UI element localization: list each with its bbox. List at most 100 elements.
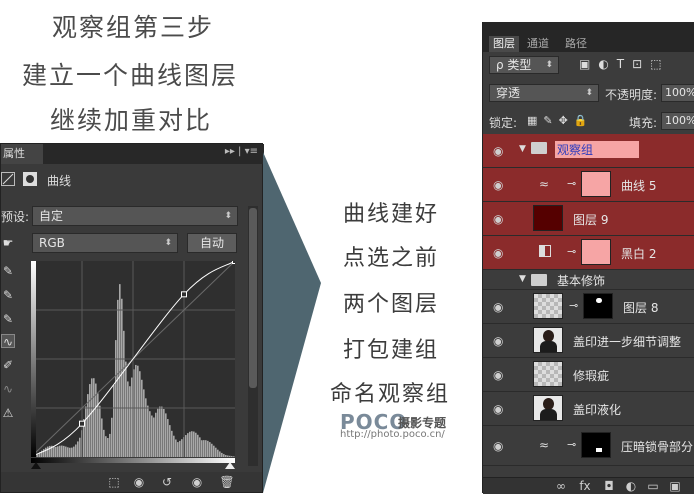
eye-icon[interactable]: ◉ [493, 334, 503, 348]
auto-button[interactable]: 自动 [187, 233, 237, 253]
histogram-bar [207, 440, 209, 457]
eyedropper-white-icon[interactable]: ✎ [1, 312, 15, 326]
scrollbar-thumb[interactable] [249, 208, 257, 388]
layer-row-curves-5[interactable]: ◉ ≈ ⊸ 曲线 5 [483, 168, 694, 202]
tab-properties[interactable]: 属性 [1, 144, 43, 164]
mask-icon[interactable] [23, 172, 37, 186]
histogram-bar [193, 431, 195, 457]
channel-select[interactable]: RGB ⬍ [32, 233, 178, 253]
folder-icon [531, 274, 547, 286]
histogram-bar [155, 412, 157, 457]
layer-row-detail-adjust[interactable]: ◉ 盖印进一步细节调整 [483, 324, 694, 358]
eye-icon[interactable]: ◉ [493, 300, 503, 314]
black-point-slider[interactable] [31, 462, 41, 469]
layer-name: 图层 8 [623, 301, 659, 315]
histogram-bar [217, 449, 219, 457]
portrait-thumbnail[interactable] [533, 395, 563, 421]
preset-select[interactable]: 自定 ⬍ [32, 206, 238, 226]
layer-list: ◉ ▼ 观察组 ◉ ≈ ⊸ 曲线 5 ◉ 图层 9 ◉ ⊸ 黑白 2 ▼ 基本修… [483, 134, 694, 493]
chain-link-icon[interactable]: ⊸ [567, 177, 576, 190]
layer-mask-thumbnail[interactable] [581, 239, 611, 265]
adjustment-icon[interactable]: ◐ [623, 478, 639, 494]
expand-triangle-icon[interactable]: ▼ [519, 144, 526, 154]
view-previous-icon[interactable]: ◉ [131, 474, 147, 490]
layer-mask-thumbnail[interactable] [581, 171, 611, 197]
layer-row-group-basic[interactable]: ▼ 基本修饰 [483, 270, 694, 290]
fx-icon[interactable]: fx [577, 478, 593, 494]
curve-control-point[interactable] [79, 420, 85, 427]
eyedropper-black-icon[interactable]: ✎ [1, 264, 15, 278]
chevron-updown-icon: ⬍ [164, 238, 172, 248]
link-icon[interactable]: ∞ [553, 478, 569, 494]
filter-icons[interactable]: ▣◐T⊡⬚ [579, 57, 670, 71]
curve-control-point[interactable] [232, 261, 236, 264]
layer-mask-thumbnail[interactable] [583, 293, 613, 319]
clip-to-layer-icon[interactable]: ⬚ [106, 474, 122, 490]
chain-link-icon[interactable]: ⊸ [569, 299, 578, 312]
chain-link-icon[interactable]: ⊸ [567, 438, 576, 451]
layer-row-group-observe[interactable]: ◉ ▼ 观察组 [483, 134, 694, 168]
histogram-bar [213, 445, 215, 457]
layer-row-black-white-2[interactable]: ◉ ⊸ 黑白 2 [483, 236, 694, 270]
opacity-input[interactable]: 100% [661, 84, 694, 102]
layer-thumbnail[interactable] [533, 361, 563, 387]
layer-row-layer-9[interactable]: ◉ 图层 9 [483, 202, 694, 236]
hand-target-icon[interactable]: ☛ [1, 236, 15, 250]
eyedropper-gray-icon[interactable]: ✎ [1, 288, 15, 302]
histogram-bar [201, 440, 203, 457]
histogram-bar [233, 456, 235, 457]
histogram-bar [199, 437, 201, 457]
reset-icon[interactable]: ↺ [159, 474, 175, 490]
fill-label: 填充: [629, 116, 658, 130]
layer-row-liquify[interactable]: ◉ 盖印液化 [483, 392, 694, 426]
layer-name-input[interactable]: 观察组 [555, 141, 639, 158]
blend-mode-select[interactable]: 穿透 ⬍ [489, 84, 599, 102]
tab-layers[interactable]: 图层 [489, 36, 519, 52]
histogram-bar [89, 384, 91, 457]
panel-menu-icons[interactable]: ▸▸ | ▾≡ [225, 146, 258, 157]
eye-icon[interactable]: ◉ [493, 246, 503, 260]
middle-text-line-3: 两个图层 [343, 292, 440, 317]
layer-mask-thumbnail[interactable] [581, 432, 611, 458]
new-layer-icon[interactable]: ▣ [667, 478, 683, 494]
eye-icon[interactable]: ◉ [493, 212, 503, 226]
filter-kind-value: ρ 类型 [496, 58, 532, 72]
histogram-bar [131, 377, 133, 457]
histogram-bar [53, 446, 55, 457]
eye-icon[interactable]: ◉ [493, 144, 503, 158]
curve-graph[interactable] [31, 261, 235, 457]
fill-input[interactable]: 100% [661, 112, 694, 130]
layer-row-layer-8[interactable]: ◉ ⊸ 图层 8 [483, 290, 694, 324]
mask-icon[interactable]: ◘ [601, 478, 617, 494]
eye-icon[interactable]: ◉ [493, 178, 503, 192]
filter-kind-select[interactable]: ρ 类型 ⬍ [489, 56, 559, 74]
eye-icon[interactable]: ◉ [493, 402, 503, 416]
smooth-icon[interactable]: ∿ [1, 382, 15, 396]
clipping-warning-icon[interactable]: ⚠ [1, 406, 15, 420]
tab-channels[interactable]: 通道 [523, 36, 553, 52]
curve-control-point[interactable] [181, 291, 187, 298]
white-point-slider[interactable] [225, 462, 235, 469]
layer-row-darken-collarbone[interactable]: ◉ ≈ ⊸ 压暗锁骨部分 [483, 426, 694, 466]
histogram-bar [55, 446, 57, 457]
layer-thumbnail[interactable] [533, 205, 563, 231]
chevron-updown-icon: ⬍ [545, 60, 553, 70]
layer-row-blemish[interactable]: ◉ 修瑕疵 [483, 358, 694, 392]
eye-icon[interactable]: ◉ [493, 368, 503, 382]
middle-text-line-5: 命名观察组 [330, 382, 451, 407]
layer-thumbnail[interactable] [533, 293, 563, 319]
eye-icon[interactable]: ◉ [493, 439, 503, 453]
tab-paths[interactable]: 路径 [561, 36, 591, 52]
chain-link-icon[interactable]: ⊸ [567, 245, 576, 258]
curve-point-tool-icon[interactable]: ∿ [1, 334, 15, 349]
panel-scrollbar[interactable] [248, 206, 258, 466]
trash-icon[interactable]: 🗑 [219, 474, 235, 490]
folder-icon[interactable]: ▭ [645, 478, 661, 494]
pencil-icon[interactable]: ✐ [1, 358, 15, 372]
visibility-icon[interactable]: ◉ [189, 474, 205, 490]
histogram-bar [45, 447, 47, 457]
lock-icons[interactable]: ▦✎✥🔒 [527, 114, 594, 127]
portrait-thumbnail[interactable] [533, 327, 563, 353]
histogram-bar [195, 432, 197, 457]
expand-triangle-icon[interactable]: ▼ [519, 274, 526, 284]
